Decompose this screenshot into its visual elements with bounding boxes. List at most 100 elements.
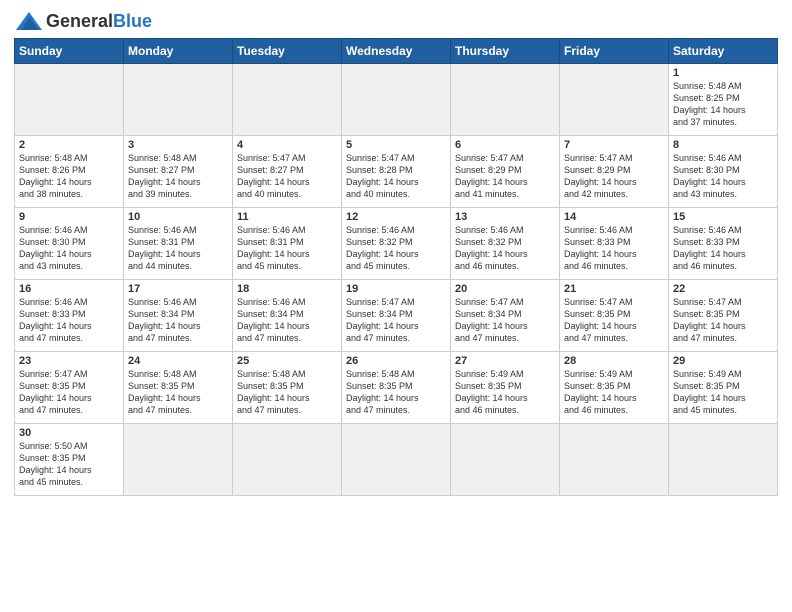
day-number: 25 xyxy=(237,355,337,367)
calendar-cell: 11Sunrise: 5:46 AM Sunset: 8:31 PM Dayli… xyxy=(233,208,342,280)
calendar-cell: 10Sunrise: 5:46 AM Sunset: 8:31 PM Dayli… xyxy=(124,208,233,280)
day-number: 29 xyxy=(673,355,773,367)
calendar-cell xyxy=(451,64,560,136)
day-info: Sunrise: 5:50 AM Sunset: 8:35 PM Dayligh… xyxy=(19,440,119,489)
day-info: Sunrise: 5:46 AM Sunset: 8:32 PM Dayligh… xyxy=(346,224,446,273)
calendar-cell: 23Sunrise: 5:47 AM Sunset: 8:35 PM Dayli… xyxy=(15,352,124,424)
day-info: Sunrise: 5:48 AM Sunset: 8:26 PM Dayligh… xyxy=(19,152,119,201)
calendar-cell: 28Sunrise: 5:49 AM Sunset: 8:35 PM Dayli… xyxy=(560,352,669,424)
calendar-cell: 1Sunrise: 5:48 AM Sunset: 8:25 PM Daylig… xyxy=(669,64,778,136)
calendar-cell: 2Sunrise: 5:48 AM Sunset: 8:26 PM Daylig… xyxy=(15,136,124,208)
day-info: Sunrise: 5:47 AM Sunset: 8:35 PM Dayligh… xyxy=(19,368,119,417)
day-info: Sunrise: 5:47 AM Sunset: 8:34 PM Dayligh… xyxy=(455,296,555,345)
day-number: 4 xyxy=(237,139,337,151)
calendar-cell xyxy=(233,64,342,136)
day-info: Sunrise: 5:48 AM Sunset: 8:35 PM Dayligh… xyxy=(346,368,446,417)
day-number: 2 xyxy=(19,139,119,151)
weekday-monday: Monday xyxy=(124,39,233,64)
day-info: Sunrise: 5:49 AM Sunset: 8:35 PM Dayligh… xyxy=(564,368,664,417)
day-number: 26 xyxy=(346,355,446,367)
day-info: Sunrise: 5:46 AM Sunset: 8:34 PM Dayligh… xyxy=(128,296,228,345)
day-info: Sunrise: 5:46 AM Sunset: 8:30 PM Dayligh… xyxy=(19,224,119,273)
day-number: 16 xyxy=(19,283,119,295)
calendar-cell: 4Sunrise: 5:47 AM Sunset: 8:27 PM Daylig… xyxy=(233,136,342,208)
day-number: 13 xyxy=(455,211,555,223)
day-number: 5 xyxy=(346,139,446,151)
calendar-cell: 5Sunrise: 5:47 AM Sunset: 8:28 PM Daylig… xyxy=(342,136,451,208)
day-number: 8 xyxy=(673,139,773,151)
weekday-saturday: Saturday xyxy=(669,39,778,64)
day-info: Sunrise: 5:46 AM Sunset: 8:33 PM Dayligh… xyxy=(564,224,664,273)
calendar-cell: 25Sunrise: 5:48 AM Sunset: 8:35 PM Dayli… xyxy=(233,352,342,424)
day-number: 7 xyxy=(564,139,664,151)
calendar-cell: 17Sunrise: 5:46 AM Sunset: 8:34 PM Dayli… xyxy=(124,280,233,352)
day-number: 20 xyxy=(455,283,555,295)
day-info: Sunrise: 5:46 AM Sunset: 8:34 PM Dayligh… xyxy=(237,296,337,345)
calendar-cell: 27Sunrise: 5:49 AM Sunset: 8:35 PM Dayli… xyxy=(451,352,560,424)
logo-text: GeneralBlue xyxy=(46,11,152,32)
day-number: 3 xyxy=(128,139,228,151)
day-number: 14 xyxy=(564,211,664,223)
page: GeneralBlue SundayMondayTuesdayWednesday… xyxy=(0,0,792,612)
weekday-sunday: Sunday xyxy=(15,39,124,64)
calendar-cell: 16Sunrise: 5:46 AM Sunset: 8:33 PM Dayli… xyxy=(15,280,124,352)
calendar-cell: 12Sunrise: 5:46 AM Sunset: 8:32 PM Dayli… xyxy=(342,208,451,280)
day-number: 17 xyxy=(128,283,228,295)
calendar-row-5: 30Sunrise: 5:50 AM Sunset: 8:35 PM Dayli… xyxy=(15,424,778,496)
day-number: 22 xyxy=(673,283,773,295)
day-info: Sunrise: 5:47 AM Sunset: 8:27 PM Dayligh… xyxy=(237,152,337,201)
day-info: Sunrise: 5:47 AM Sunset: 8:29 PM Dayligh… xyxy=(564,152,664,201)
calendar-cell: 13Sunrise: 5:46 AM Sunset: 8:32 PM Dayli… xyxy=(451,208,560,280)
day-number: 24 xyxy=(128,355,228,367)
day-info: Sunrise: 5:46 AM Sunset: 8:32 PM Dayligh… xyxy=(455,224,555,273)
day-number: 19 xyxy=(346,283,446,295)
calendar-cell: 14Sunrise: 5:46 AM Sunset: 8:33 PM Dayli… xyxy=(560,208,669,280)
day-info: Sunrise: 5:46 AM Sunset: 8:33 PM Dayligh… xyxy=(673,224,773,273)
calendar: SundayMondayTuesdayWednesdayThursdayFrid… xyxy=(14,38,778,496)
day-info: Sunrise: 5:46 AM Sunset: 8:31 PM Dayligh… xyxy=(237,224,337,273)
calendar-cell: 18Sunrise: 5:46 AM Sunset: 8:34 PM Dayli… xyxy=(233,280,342,352)
day-info: Sunrise: 5:48 AM Sunset: 8:35 PM Dayligh… xyxy=(237,368,337,417)
calendar-row-4: 23Sunrise: 5:47 AM Sunset: 8:35 PM Dayli… xyxy=(15,352,778,424)
calendar-cell: 8Sunrise: 5:46 AM Sunset: 8:30 PM Daylig… xyxy=(669,136,778,208)
calendar-cell: 15Sunrise: 5:46 AM Sunset: 8:33 PM Dayli… xyxy=(669,208,778,280)
calendar-row-2: 9Sunrise: 5:46 AM Sunset: 8:30 PM Daylig… xyxy=(15,208,778,280)
weekday-header-row: SundayMondayTuesdayWednesdayThursdayFrid… xyxy=(15,39,778,64)
day-info: Sunrise: 5:46 AM Sunset: 8:30 PM Dayligh… xyxy=(673,152,773,201)
day-info: Sunrise: 5:49 AM Sunset: 8:35 PM Dayligh… xyxy=(673,368,773,417)
weekday-thursday: Thursday xyxy=(451,39,560,64)
day-info: Sunrise: 5:47 AM Sunset: 8:35 PM Dayligh… xyxy=(673,296,773,345)
calendar-cell: 6Sunrise: 5:47 AM Sunset: 8:29 PM Daylig… xyxy=(451,136,560,208)
calendar-row-1: 2Sunrise: 5:48 AM Sunset: 8:26 PM Daylig… xyxy=(15,136,778,208)
calendar-row-3: 16Sunrise: 5:46 AM Sunset: 8:33 PM Dayli… xyxy=(15,280,778,352)
day-info: Sunrise: 5:49 AM Sunset: 8:35 PM Dayligh… xyxy=(455,368,555,417)
day-info: Sunrise: 5:47 AM Sunset: 8:35 PM Dayligh… xyxy=(564,296,664,345)
day-number: 12 xyxy=(346,211,446,223)
calendar-cell xyxy=(124,64,233,136)
calendar-cell: 30Sunrise: 5:50 AM Sunset: 8:35 PM Dayli… xyxy=(15,424,124,496)
calendar-cell: 26Sunrise: 5:48 AM Sunset: 8:35 PM Dayli… xyxy=(342,352,451,424)
day-number: 30 xyxy=(19,427,119,439)
calendar-row-0: 1Sunrise: 5:48 AM Sunset: 8:25 PM Daylig… xyxy=(15,64,778,136)
day-info: Sunrise: 5:48 AM Sunset: 8:27 PM Dayligh… xyxy=(128,152,228,201)
day-number: 15 xyxy=(673,211,773,223)
day-number: 27 xyxy=(455,355,555,367)
day-info: Sunrise: 5:46 AM Sunset: 8:31 PM Dayligh… xyxy=(128,224,228,273)
calendar-cell xyxy=(451,424,560,496)
day-number: 9 xyxy=(19,211,119,223)
day-number: 18 xyxy=(237,283,337,295)
weekday-wednesday: Wednesday xyxy=(342,39,451,64)
calendar-cell xyxy=(15,64,124,136)
calendar-cell xyxy=(342,64,451,136)
day-number: 11 xyxy=(237,211,337,223)
calendar-cell: 9Sunrise: 5:46 AM Sunset: 8:30 PM Daylig… xyxy=(15,208,124,280)
day-info: Sunrise: 5:47 AM Sunset: 8:28 PM Dayligh… xyxy=(346,152,446,201)
calendar-cell: 21Sunrise: 5:47 AM Sunset: 8:35 PM Dayli… xyxy=(560,280,669,352)
calendar-cell: 29Sunrise: 5:49 AM Sunset: 8:35 PM Dayli… xyxy=(669,352,778,424)
logo: GeneralBlue xyxy=(14,10,152,32)
calendar-cell xyxy=(124,424,233,496)
calendar-cell xyxy=(669,424,778,496)
calendar-cell: 20Sunrise: 5:47 AM Sunset: 8:34 PM Dayli… xyxy=(451,280,560,352)
calendar-cell xyxy=(233,424,342,496)
calendar-cell: 7Sunrise: 5:47 AM Sunset: 8:29 PM Daylig… xyxy=(560,136,669,208)
